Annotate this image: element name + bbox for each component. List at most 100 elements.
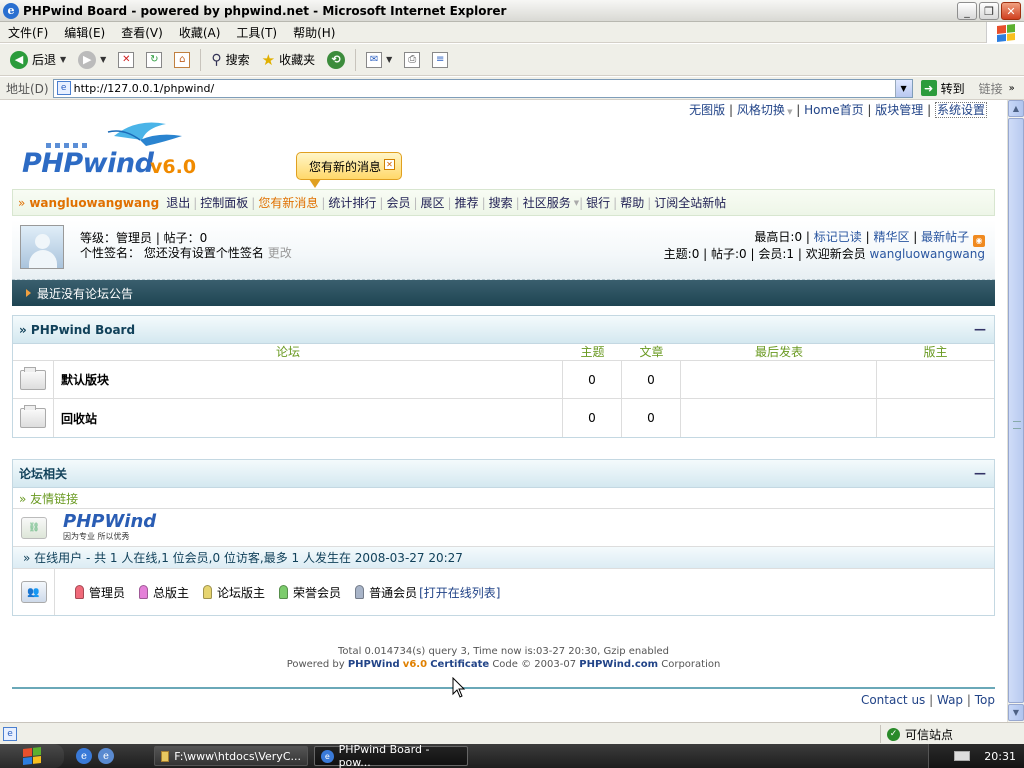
clock: 20:31 <box>984 749 1016 763</box>
phpwind-site-link[interactable]: PHPWind.com <box>579 659 658 670</box>
menu-tools[interactable]: 工具(T) <box>228 24 285 41</box>
col-posts: 文章 <box>639 345 664 359</box>
nav-username[interactable]: wangluowangwang <box>29 196 159 210</box>
nav-new-message[interactable]: 您有新消息 <box>255 194 321 211</box>
new-message-bubble[interactable]: 您有新的消息 ✕ <box>296 152 402 188</box>
back-button[interactable]: ◀ 后退 ▼ <box>6 49 70 71</box>
certificate-link[interactable]: Certificate <box>430 659 489 670</box>
link-no-image[interactable]: 无图版 <box>689 103 725 117</box>
address-dropdown-icon[interactable]: ▼ <box>894 79 912 97</box>
digest-link[interactable]: 精华区 <box>873 230 909 244</box>
nav-search[interactable]: 搜索 <box>486 194 516 211</box>
wap-link[interactable]: Wap <box>937 693 963 707</box>
close-icon[interactable]: ✕ <box>384 159 395 170</box>
close-button[interactable]: ✕ <box>1001 2 1021 20</box>
avatar[interactable] <box>20 225 64 269</box>
phpwind-link[interactable]: PHPWind <box>348 659 400 670</box>
window-titlebar: e PHPwind Board - powered by phpwind.net… <box>0 0 1024 22</box>
forward-button[interactable]: ▶ ▼ <box>74 49 110 71</box>
menu-help[interactable]: 帮助(H) <box>285 24 343 41</box>
footer-divider <box>12 687 995 689</box>
system-tray: 20:31 <box>928 744 1024 768</box>
nav-control-panel[interactable]: 控制面板 <box>197 194 251 211</box>
history-button[interactable]: ⟲ <box>323 49 349 71</box>
nav-recommend[interactable]: 推荐 <box>452 194 482 211</box>
chevron-down-icon[interactable]: ▼ <box>386 55 392 64</box>
contact-us-link[interactable]: Contact us <box>861 693 925 707</box>
nav-showcase[interactable]: 展区 <box>418 194 448 211</box>
new-member-link[interactable]: wangluowangwang <box>870 247 985 261</box>
legend-admin: 管理员 <box>75 584 125 601</box>
chevron-down-icon[interactable]: ▼ <box>60 55 66 64</box>
ie-quicklaunch-icon[interactable]: e <box>98 748 114 764</box>
footer-debug: Total 0.014734(s) query 3, Time now is:0… <box>338 646 669 657</box>
col-topics: 主题 <box>580 345 605 359</box>
start-button[interactable] <box>0 744 64 768</box>
nav-bank[interactable]: 银行 <box>583 194 613 211</box>
taskbar-item-explorer[interactable]: F:\www\htdocs\VeryC... <box>154 746 308 766</box>
favorites-button[interactable]: ★ 收藏夹 <box>258 49 319 71</box>
go-button[interactable]: ➜ 转到 <box>920 80 965 97</box>
mark-read-link[interactable]: 标记已读 <box>814 230 862 244</box>
nav-subscribe[interactable]: 订阅全站新帖 <box>651 194 729 211</box>
edit-button[interactable]: ≡ <box>428 50 452 70</box>
collapse-icon[interactable]: — <box>974 322 986 336</box>
nav-members[interactable]: 会员 <box>383 194 413 211</box>
forum-moderator <box>877 399 994 437</box>
footer-links: Contact us | Wap | Top <box>860 693 995 707</box>
nav-community-services[interactable]: 社区服务 <box>520 194 574 211</box>
home-button[interactable]: ⌂ <box>170 50 194 70</box>
scroll-down-icon[interactable]: ▼ <box>1008 704 1024 721</box>
user-pin-icon <box>203 585 213 599</box>
menu-bar: 文件(F) 编辑(E) 查看(V) 收藏(A) 工具(T) 帮助(H) <box>0 22 1024 43</box>
address-label: 地址(D) <box>6 81 49 96</box>
nav-stats[interactable]: 统计排行 <box>325 194 379 211</box>
vertical-scrollbar[interactable]: ▲ ▼ <box>1007 100 1024 722</box>
refresh-button[interactable]: ↻ <box>142 50 166 70</box>
chevron-down-icon[interactable]: ▼ <box>100 55 106 64</box>
col-moderator: 版主 <box>923 345 948 359</box>
mail-button[interactable]: ✉ ▼ <box>362 50 396 70</box>
new-posts-link[interactable]: 最新帖子 <box>921 230 969 244</box>
nav-logout[interactable]: 退出 <box>163 194 193 211</box>
menu-file[interactable]: 文件(F) <box>0 24 56 41</box>
ie-icon: e <box>3 2 19 19</box>
collapse-icon[interactable]: — <box>974 466 986 480</box>
chevron-right-icon[interactable]: » <box>1009 83 1015 94</box>
address-input[interactable]: e http://127.0.0.1/phpwind/ ▼ <box>52 78 913 98</box>
open-online-list-link[interactable]: [打开在线列表] <box>419 584 500 601</box>
link-system-settings[interactable]: 系统设置 <box>934 102 987 118</box>
minimize-button[interactable]: _ <box>957 2 977 20</box>
forum-name[interactable]: 默认版块 <box>54 361 563 398</box>
keyboard-icon[interactable] <box>954 751 971 761</box>
link-home[interactable]: Home首页 <box>804 103 863 117</box>
user-info: 等级：管理员 | 帖子：0 个性签名： 您还没有设置个性签名 更改 <box>80 231 292 261</box>
menu-favorites[interactable]: 收藏(A) <box>171 24 229 41</box>
menu-view[interactable]: 查看(V) <box>113 24 171 41</box>
phpwind-link-logo[interactable]: PHPWind 因为专业 所以优秀 <box>63 513 156 542</box>
scroll-thumb[interactable] <box>1008 118 1024 703</box>
scroll-up-icon[interactable]: ▲ <box>1008 100 1024 117</box>
forum-posts: 0 <box>622 361 681 398</box>
links-button[interactable]: 链接 <box>979 80 1003 97</box>
ie-quicklaunch-icon[interactable]: e <box>76 748 92 764</box>
announcement-bar: 最近没有论坛公告 <box>12 280 995 306</box>
rss-icon[interactable]: ◉ <box>973 235 985 247</box>
menu-edit[interactable]: 编辑(E) <box>56 24 113 41</box>
print-button[interactable]: ⎙ <box>400 50 424 70</box>
friend-links-header: » 友情链接 <box>13 488 994 509</box>
forum-name[interactable]: 回收站 <box>54 399 563 437</box>
stop-button[interactable]: ✕ <box>114 50 138 70</box>
board-title[interactable]: » PHPwind Board <box>19 323 135 337</box>
ie-icon: e <box>321 749 334 763</box>
link-style-switch[interactable]: 风格切换 <box>737 103 785 117</box>
link-forum-manage[interactable]: 版块管理 <box>875 103 923 117</box>
nav-help[interactable]: 帮助 <box>617 194 647 211</box>
edit-signature-link[interactable]: 更改 <box>268 246 292 260</box>
top-link[interactable]: Top <box>975 693 995 707</box>
phpwind-logo[interactable]: PHPwind v6.0 <box>20 118 210 184</box>
search-button[interactable]: ⚲ 搜索 <box>207 49 253 70</box>
address-url[interactable]: http://127.0.0.1/phpwind/ <box>74 82 895 95</box>
maximize-button[interactable]: ❐ <box>979 2 999 20</box>
taskbar-item-browser[interactable]: e PHPwind Board - pow... <box>314 743 468 768</box>
